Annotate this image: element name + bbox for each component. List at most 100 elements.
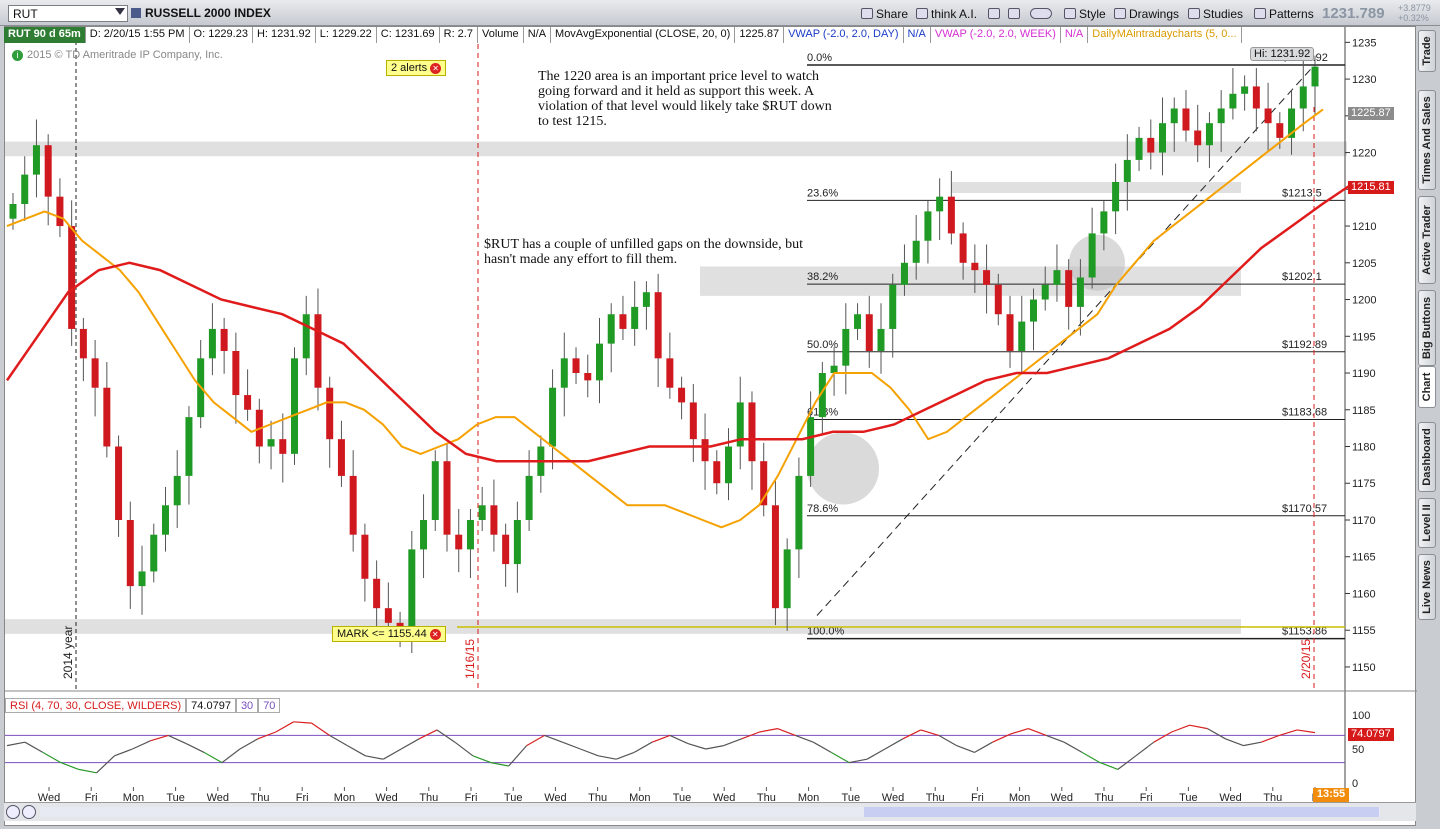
candle-body (584, 373, 592, 381)
symbol-period[interactable]: RUT 90 d 65m (4, 27, 86, 43)
candle-body (326, 387, 334, 440)
symbol-value: RUT (13, 7, 38, 21)
candle-body (208, 328, 216, 359)
candle-body (1217, 108, 1225, 124)
candle-body (959, 233, 967, 263)
candle-body (865, 314, 873, 351)
symbol-input[interactable]: RUT (8, 5, 128, 22)
candle-body (994, 284, 1002, 315)
candle-body (91, 358, 99, 388)
rsi-segment (615, 751, 635, 760)
rsi-segment (938, 734, 957, 747)
tab-level-ii[interactable]: Level II (1418, 498, 1436, 548)
mark-callout[interactable]: MARK <= 1155.44 ✕ (332, 626, 446, 642)
tab-chart[interactable]: Chart (1418, 366, 1436, 408)
rsi-tick-label: 100 (1352, 710, 1370, 722)
rsi-segment (562, 741, 581, 750)
drawings-label: Drawings (1129, 7, 1180, 21)
alerts-callout[interactable]: 2 alerts ✕ (386, 60, 447, 76)
share-button[interactable]: Share (857, 4, 913, 22)
last-price: 1231.789 (1322, 5, 1385, 22)
tab-chart-label: Chart (1421, 372, 1433, 402)
annotation-note-2[interactable]: $RUT has a couple of unfilled gaps on th… (484, 237, 804, 267)
tab-big-buttons[interactable]: Big Buttons (1418, 290, 1436, 366)
chart-window: { "toolbar": { "symbol": "RUT", "index_n… (0, 0, 1440, 829)
rsi-segment (830, 751, 850, 764)
style-button[interactable]: Style (1060, 4, 1111, 22)
vwap-day-study[interactable]: VWAP (-2.0, 2.0, DAY) (784, 27, 904, 43)
annotation-note-1[interactable]: The 1220 area is an important price leve… (538, 69, 838, 129)
patterns-button[interactable]: Patterns (1250, 4, 1319, 22)
y-tick-label: 1150 (1352, 662, 1376, 674)
rsi-segment (382, 748, 402, 760)
candle-body (267, 439, 275, 447)
chevron-down-icon[interactable] (115, 8, 125, 15)
rsi-segment (1010, 728, 1029, 735)
candle-body (1264, 108, 1272, 124)
rsi-segment (150, 734, 169, 742)
alerts-label: 2 alerts (391, 62, 428, 74)
y-tick-label: 1155 (1352, 625, 1376, 637)
volume-label[interactable]: Volume (477, 27, 524, 43)
info-strip: RUT 90 d 65m D: 2/20/15 1:55 PM O: 1229.… (4, 27, 1242, 43)
info-icon[interactable]: i (12, 50, 23, 61)
rsi-segment (633, 741, 653, 753)
rsi-segment (454, 741, 474, 757)
close-icon[interactable]: ✕ (429, 629, 441, 640)
candle-body (678, 387, 686, 403)
zoom-out-icon[interactable] (22, 805, 36, 819)
fib-level-percent: 23.6% (807, 187, 838, 199)
tools-icon (988, 8, 1000, 19)
tools-button[interactable] (984, 4, 1004, 22)
rsi-segment (293, 721, 312, 724)
candle-body (631, 306, 639, 329)
drawings-button[interactable]: Drawings (1110, 4, 1184, 22)
price-chart[interactable]: 1150 1155 1160 1165 1170 1175 1180 1185 1190 1195… (5, 27, 1417, 803)
eye-button[interactable] (1026, 4, 1058, 22)
candle-body (1112, 181, 1120, 212)
candle-body (32, 145, 40, 175)
candle-body (1182, 108, 1190, 131)
rsi-segment (813, 741, 832, 753)
rsi-segment (956, 745, 975, 753)
scroll-thumb[interactable] (864, 807, 1379, 817)
think-ai-button[interactable]: think A.I. (912, 4, 982, 22)
close-icon[interactable]: ✕ (430, 63, 442, 74)
tab-dashboard[interactable]: Dashboard (1418, 422, 1436, 492)
vwap-week-study[interactable]: VWAP (-2.0, 2.0, WEEK) (930, 27, 1061, 43)
zoom-in-icon[interactable] (6, 805, 20, 819)
candle-body (889, 284, 897, 329)
y-tick-label: 1185 (1352, 405, 1376, 417)
candle-body (443, 461, 451, 535)
close-value: C: 1231.69 (376, 27, 440, 43)
side-tabs: Trade Times And Sales Active Trader Big … (1418, 30, 1438, 790)
copyright: i 2015 © TD Ameritrade IP Company, Inc. (12, 49, 223, 61)
candle-body (279, 439, 287, 454)
tab-live-news[interactable]: Live News (1418, 554, 1436, 620)
wrench-button[interactable] (1004, 4, 1024, 22)
candle-body (126, 519, 134, 587)
top-toolbar: RUT RUSSELL 2000 INDEX Share think A.I. … (0, 0, 1440, 26)
candle-body (68, 226, 76, 329)
y-tick-label: 1235 (1352, 37, 1376, 49)
rsi-study-label[interactable]: RSI (4, 70, 30, CLOSE, WILDERS) (5, 698, 187, 713)
tab-trade[interactable]: Trade (1418, 30, 1436, 72)
candle-body (854, 314, 862, 329)
candle-body (689, 402, 697, 440)
bar-date: D: 2/20/15 1:55 PM (85, 27, 190, 43)
daily-ma-study[interactable]: DailyMAintradaycharts (5, 0... (1088, 27, 1242, 43)
candle-body (44, 145, 52, 197)
tab-times-and-sales[interactable]: Times And Sales (1418, 90, 1436, 190)
candle-body (150, 534, 158, 572)
y-tick-label: 1200 (1352, 295, 1376, 307)
rsi-segment (472, 755, 491, 764)
mov-avg-study[interactable]: MovAvgExponential (CLOSE, 20, 0) (551, 27, 736, 43)
candle-body (525, 475, 533, 520)
tab-active-trader[interactable]: Active Trader (1418, 196, 1436, 284)
rsi-segment (1225, 738, 1244, 747)
share-icon (861, 8, 873, 19)
candle-body (1041, 284, 1049, 300)
studies-button[interactable]: Studies (1184, 4, 1248, 22)
candle-body (725, 446, 733, 484)
y-tick-label: 1190 (1352, 368, 1376, 380)
